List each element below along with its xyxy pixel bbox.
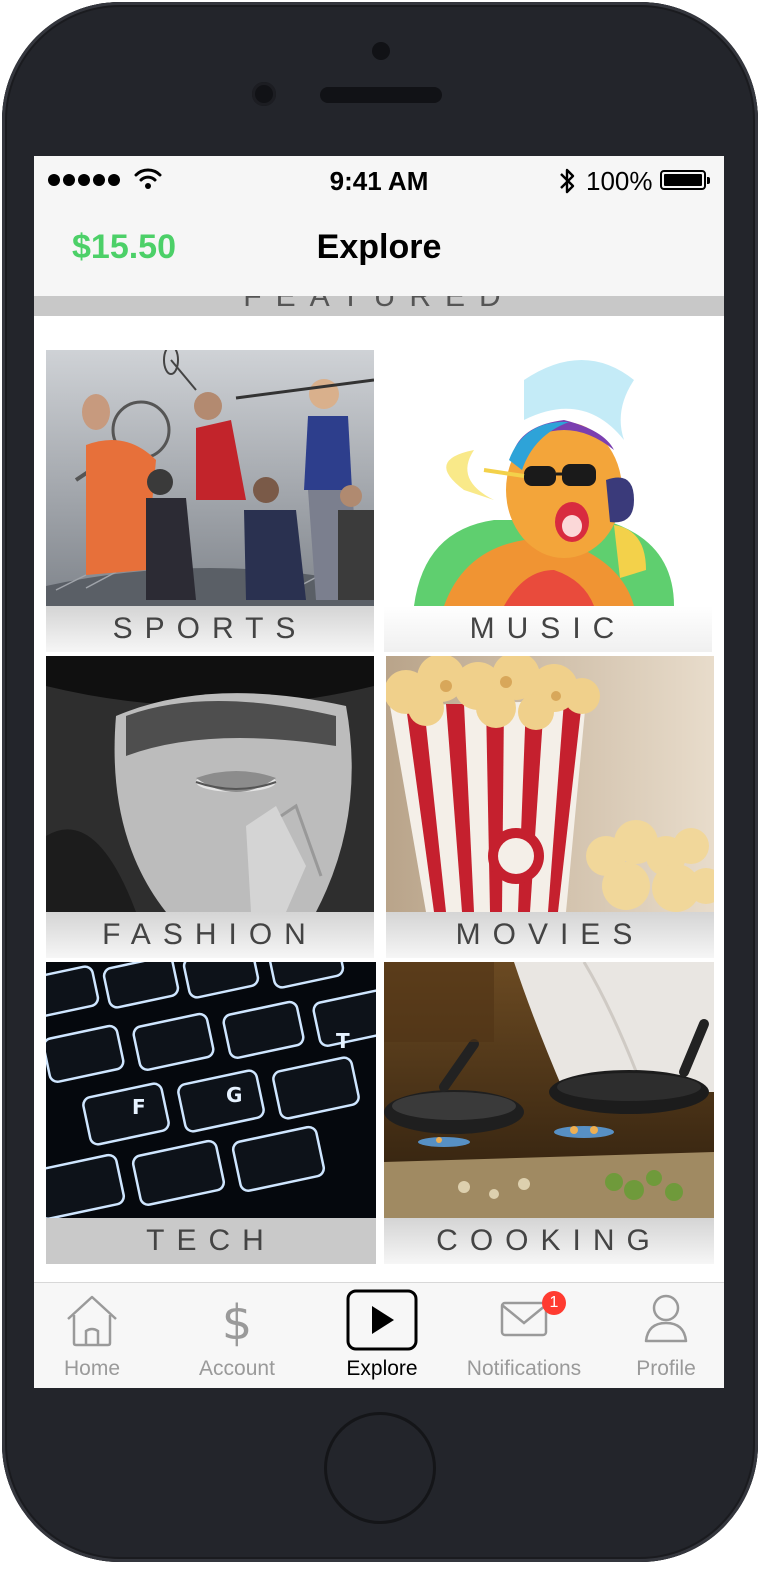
tab-label: Explore	[346, 1357, 418, 1380]
movies-image	[386, 656, 714, 912]
page-title: Explore	[316, 228, 442, 266]
category-tile-sports[interactable]: SPORTS	[46, 350, 374, 652]
mail-icon	[500, 1301, 548, 1337]
svg-text:G: G	[226, 1083, 242, 1107]
tab-profile[interactable]: Profile	[608, 1283, 724, 1388]
status-bar: 9:41 AM 100%	[34, 156, 724, 206]
tab-explore[interactable]: Explore	[324, 1283, 440, 1388]
svg-text:$: $	[222, 1295, 253, 1351]
cooking-image	[384, 962, 714, 1218]
app-screen: 9:41 AM 100% $15.50 Explore FEATURED SPO…	[34, 156, 724, 1388]
category-label: MUSIC	[384, 606, 712, 652]
category-tile-movies[interactable]: MOVIES	[386, 656, 714, 958]
featured-banner[interactable]: FEATURED	[34, 296, 724, 316]
svg-text:T: T	[336, 1029, 350, 1053]
category-tile-tech[interactable]: F G T TECH	[46, 962, 376, 1264]
svg-text:F: F	[132, 1095, 146, 1119]
battery-icon	[660, 170, 710, 190]
tab-label: Account	[199, 1357, 275, 1380]
front-camera	[252, 82, 276, 106]
category-label: SPORTS	[46, 606, 374, 652]
category-label: COOKING	[384, 1218, 714, 1264]
notification-badge: 1	[542, 1291, 566, 1315]
sports-image	[46, 350, 374, 606]
tab-home[interactable]: Home	[34, 1283, 150, 1388]
category-label: TECH	[46, 1218, 376, 1264]
proximity-sensor	[372, 42, 390, 60]
category-label: FASHION	[46, 912, 374, 958]
fashion-image	[46, 656, 374, 912]
category-tile-music[interactable]: MUSIC	[384, 350, 712, 652]
category-tile-fashion[interactable]: FASHION	[46, 656, 374, 958]
category-tile-cooking[interactable]: COOKING	[384, 962, 714, 1264]
bluetooth-icon	[560, 168, 575, 194]
person-icon	[644, 1294, 688, 1343]
featured-label: FEATURED	[243, 296, 515, 313]
home-icon	[67, 1295, 117, 1347]
tab-bar: Home $ Account Explore 1 Notifications P…	[34, 1282, 724, 1388]
battery-percent: 100%	[586, 166, 653, 196]
category-label: MOVIES	[386, 912, 714, 958]
tab-label: Home	[63, 1357, 121, 1380]
tab-label: Notifications	[466, 1357, 582, 1380]
tab-notifications[interactable]: 1 Notifications	[458, 1283, 590, 1388]
navigation-bar: $15.50 Explore	[34, 206, 724, 296]
tab-label: Profile	[636, 1357, 696, 1380]
home-button[interactable]	[324, 1412, 436, 1524]
tech-image: F G T	[46, 962, 376, 1218]
tab-account[interactable]: $ Account	[179, 1283, 295, 1388]
earpiece-speaker	[320, 87, 442, 103]
music-image	[384, 350, 712, 606]
play-icon	[346, 1289, 418, 1351]
dollar-icon: $	[222, 1295, 253, 1351]
